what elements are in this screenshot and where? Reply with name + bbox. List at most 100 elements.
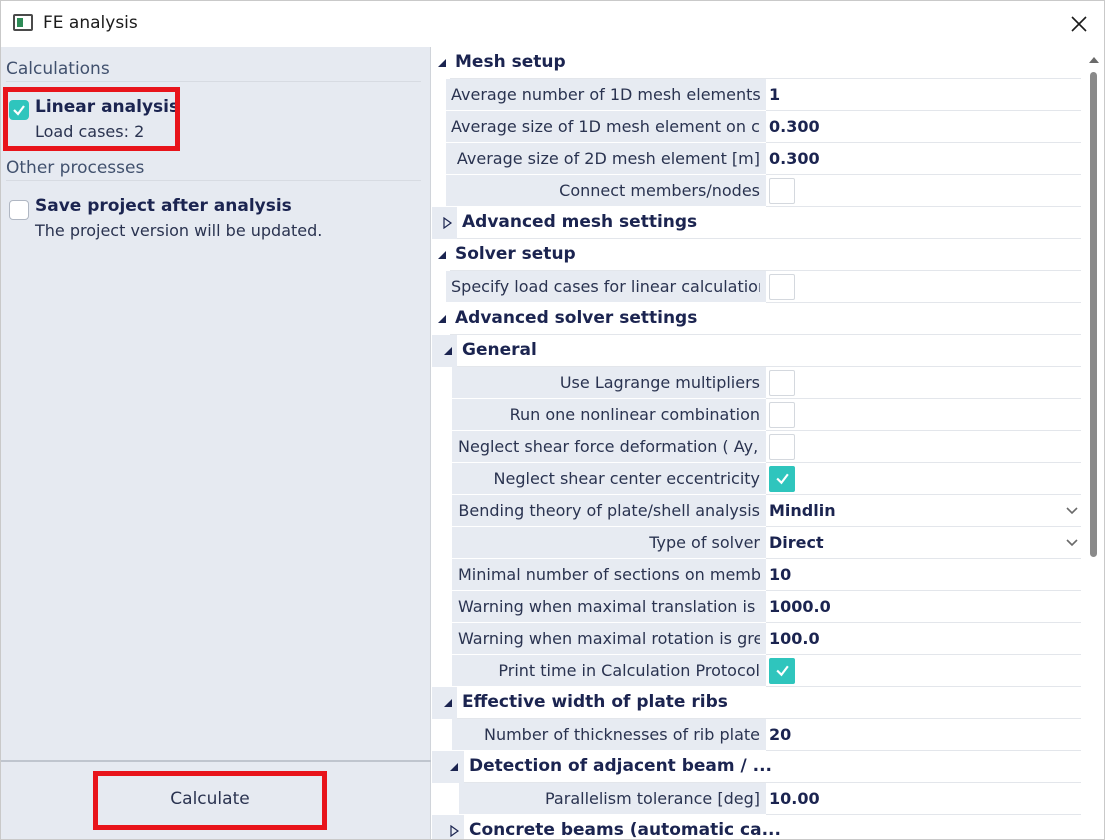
row-lagrange: Use Lagrange multipliers xyxy=(432,367,1081,399)
group-title: Mesh setup xyxy=(455,52,566,72)
group-advanced-solver[interactable]: Advanced solver settings xyxy=(432,303,1081,335)
row-label: Average size of 1D mesh element on curve… xyxy=(446,111,766,142)
chevron-down-icon xyxy=(1066,507,1078,515)
expand-triangle-icon xyxy=(450,825,460,837)
avg-1d-size-input[interactable]: 0.300 xyxy=(766,111,1081,142)
close-icon xyxy=(1071,16,1087,32)
row-specify-lc: Specify load cases for linear calculatio… xyxy=(432,271,1081,303)
parallelism-input[interactable]: 10.00 xyxy=(766,783,1081,814)
section-divider xyxy=(6,180,421,181)
collapse-triangle-icon xyxy=(438,251,446,259)
run-one-nonlinear-checkbox[interactable] xyxy=(769,401,795,428)
chevron-down-icon xyxy=(1066,539,1078,547)
bottom-divider xyxy=(1,760,431,762)
group-solver-setup[interactable]: Solver setup xyxy=(432,239,1081,271)
bending-theory-select[interactable]: Mindlin xyxy=(766,495,1081,526)
row-run-one: Run one nonlinear combination xyxy=(432,399,1081,431)
row-label: Number of thicknesses of rib plate xyxy=(452,719,766,750)
scroll-up-icon[interactable] xyxy=(1088,54,1100,66)
collapse-triangle-icon xyxy=(438,315,446,323)
row-avg-1d-size: Average size of 1D mesh element on curve… xyxy=(432,111,1081,143)
linear-analysis-title[interactable]: Linear analysis xyxy=(35,97,179,117)
row-value xyxy=(766,175,1081,206)
row-label: Specify load cases for linear calculatio… xyxy=(446,271,766,302)
group-advanced-mesh[interactable]: Advanced mesh settings xyxy=(432,207,1081,239)
row-parallelism: Parallelism tolerance [deg] 10.00 xyxy=(432,783,1081,815)
row-connect: Connect members/nodes xyxy=(432,175,1081,207)
checkmark-icon xyxy=(13,105,25,116)
neglect-center-checkbox[interactable] xyxy=(769,465,795,492)
row-value xyxy=(766,367,1081,398)
select-value: Mindlin xyxy=(769,501,836,520)
warn-translation-input[interactable]: 1000.0 xyxy=(766,591,1081,622)
lagrange-checkbox[interactable] xyxy=(769,369,795,396)
vertical-scrollbar[interactable] xyxy=(1081,47,1104,839)
row-label: Connect members/nodes xyxy=(446,175,766,206)
row-label: Bending theory of plate/shell analysis xyxy=(452,495,766,526)
collapse-triangle-icon xyxy=(450,763,458,771)
row-label: Minimal number of sections on member xyxy=(452,559,766,590)
group-general[interactable]: General xyxy=(432,335,1081,367)
connect-members-checkbox[interactable] xyxy=(769,177,795,204)
min-sections-input[interactable]: 10 xyxy=(766,559,1081,590)
row-label: Print time in Calculation Protocol xyxy=(452,655,766,686)
app-icon xyxy=(13,14,33,31)
group-title: Advanced solver settings xyxy=(455,308,698,328)
row-label: Warning when maximal translation is xyxy=(452,591,766,622)
row-print-time: Print time in Calculation Protocol xyxy=(432,655,1081,687)
group-title: Effective width of plate ribs xyxy=(462,692,728,712)
group-title: Concrete beams (automatic ca... xyxy=(469,820,781,840)
group-title: General xyxy=(462,340,537,360)
row-value xyxy=(766,431,1081,462)
checkmark-icon xyxy=(775,473,789,485)
row-label: Average number of 1D mesh elements on xyxy=(446,79,766,110)
row-value xyxy=(766,399,1081,430)
neglect-shear-checkbox[interactable] xyxy=(769,433,795,460)
collapse-triangle-icon xyxy=(438,59,446,67)
row-warn-rotation: Warning when maximal rotation is greater… xyxy=(432,623,1081,655)
calculations-label: Calculations xyxy=(6,59,110,79)
row-warn-translation: Warning when maximal translation is 1000… xyxy=(432,591,1081,623)
expand-triangle-icon xyxy=(443,217,453,229)
section-divider xyxy=(6,81,421,82)
avg-1d-count-input[interactable]: 1 xyxy=(766,79,1081,110)
row-value xyxy=(766,655,1081,686)
scrollbar-thumb[interactable] xyxy=(1090,72,1097,557)
row-solver-type: Type of solver Direct xyxy=(432,527,1081,559)
row-label: Warning when maximal rotation is greater xyxy=(452,623,766,654)
group-mesh-setup[interactable]: Mesh setup xyxy=(432,47,1081,79)
row-bending: Bending theory of plate/shell analysis M… xyxy=(432,495,1081,527)
left-pane: Calculations Linear analysis Load cases:… xyxy=(1,47,431,839)
collapse-triangle-icon xyxy=(444,347,452,355)
save-project-title[interactable]: Save project after analysis xyxy=(35,196,292,216)
collapse-triangle-icon xyxy=(444,699,452,707)
title-bar: FE analysis xyxy=(1,1,1104,47)
group-title: Advanced mesh settings xyxy=(462,212,698,232)
row-rib-thickness: Number of thicknesses of rib plate 20 xyxy=(432,719,1081,751)
row-value xyxy=(766,271,1081,302)
save-project-checkbox[interactable] xyxy=(9,200,29,220)
row-label: Run one nonlinear combination xyxy=(452,399,766,430)
group-effective-width[interactable]: Effective width of plate ribs xyxy=(432,687,1081,719)
row-min-sections: Minimal number of sections on member 10 xyxy=(432,559,1081,591)
save-project-subtitle: The project version will be updated. xyxy=(35,221,323,240)
rib-thickness-input[interactable]: 20 xyxy=(766,719,1081,750)
group-title: Detection of adjacent beam / ... xyxy=(469,756,773,776)
solver-type-select[interactable]: Direct xyxy=(766,527,1081,558)
group-concrete-beams[interactable]: Concrete beams (automatic ca... xyxy=(432,815,1081,840)
linear-analysis-subtitle: Load cases: 2 xyxy=(35,122,145,141)
close-button[interactable] xyxy=(1054,1,1104,47)
print-time-checkbox[interactable] xyxy=(769,657,795,684)
warn-rotation-input[interactable]: 100.0 xyxy=(766,623,1081,654)
linear-analysis-checkbox[interactable] xyxy=(9,100,29,120)
row-label: Use Lagrange multipliers xyxy=(452,367,766,398)
checkmark-icon xyxy=(775,665,789,677)
specify-load-cases-checkbox[interactable] xyxy=(769,273,795,300)
row-label: Average size of 2D mesh element [m] xyxy=(446,143,766,174)
calculate-button[interactable]: Calculate xyxy=(101,774,319,824)
group-detection[interactable]: Detection of adjacent beam / ... xyxy=(432,751,1081,783)
row-avg-1d-count: Average number of 1D mesh elements on 1 xyxy=(432,79,1081,111)
select-value: Direct xyxy=(769,533,824,552)
avg-2d-size-input[interactable]: 0.300 xyxy=(766,143,1081,174)
row-value xyxy=(766,463,1081,494)
